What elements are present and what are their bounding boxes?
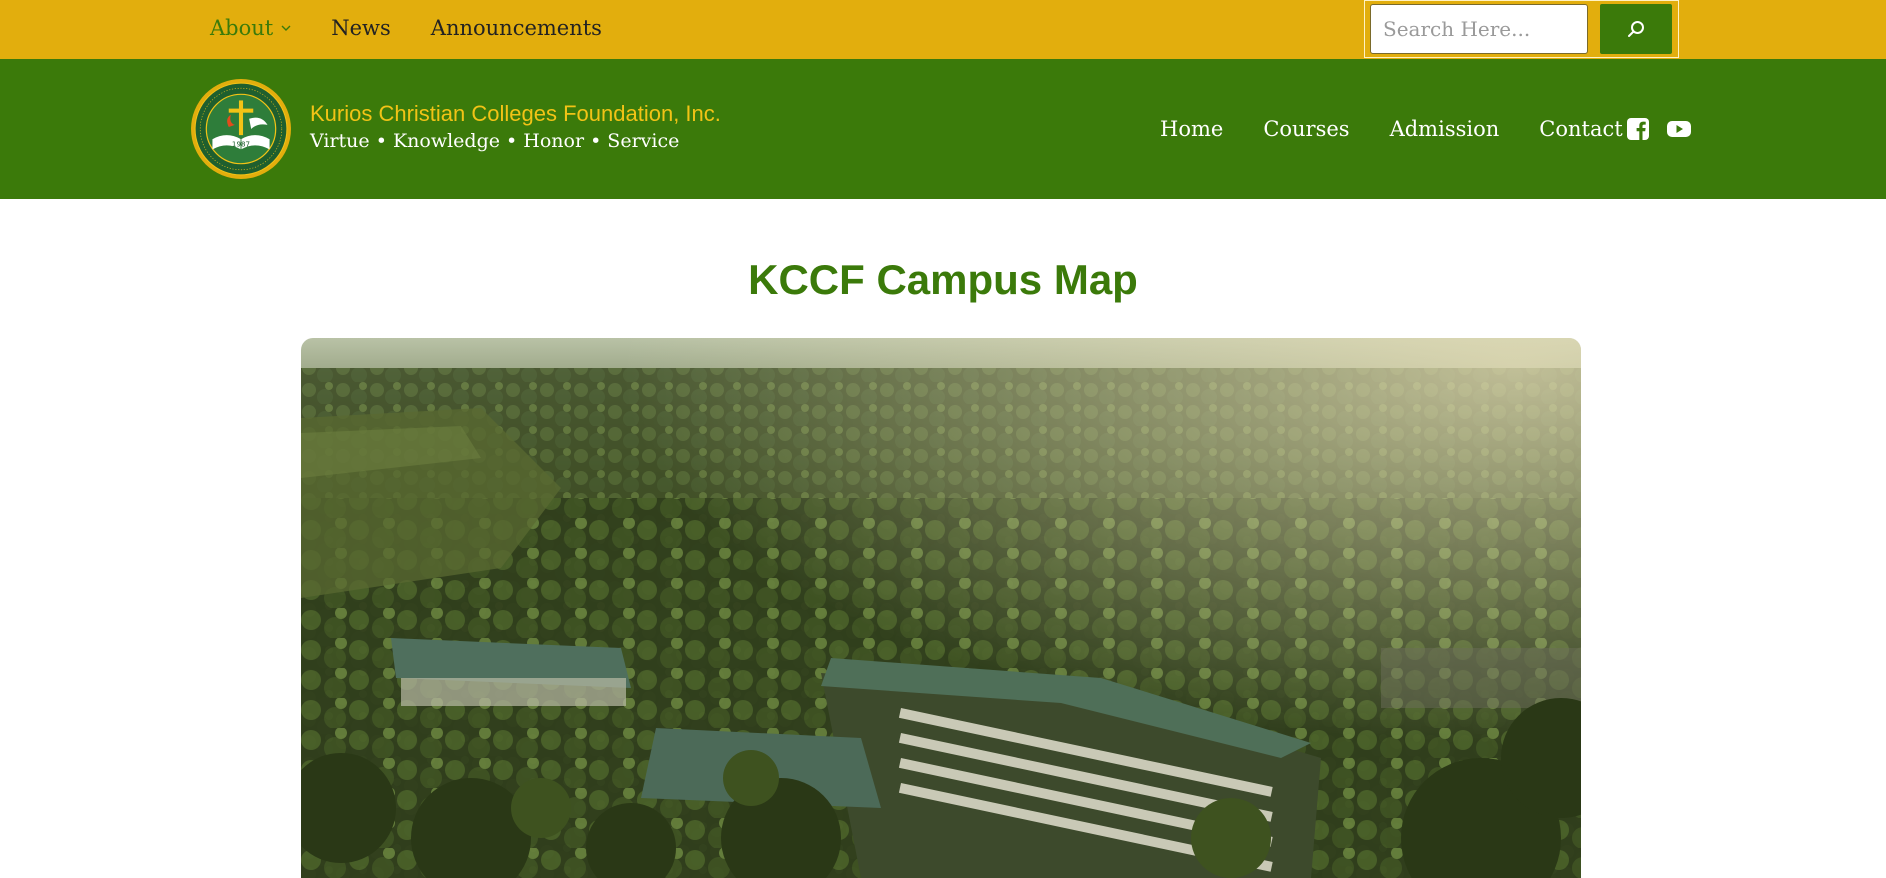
page-title: KCCF Campus Map: [748, 256, 1138, 303]
nav-item-home[interactable]: Home: [1160, 117, 1223, 141]
top-nav: About News Announcements: [210, 0, 602, 56]
nav-item-courses[interactable]: Courses: [1263, 117, 1349, 141]
top-nav-announcements-label: Announcements: [430, 16, 602, 40]
campus-aerial-image: [301, 338, 1581, 878]
main-nav: Home Courses Admission Contact: [1160, 59, 1623, 199]
top-nav-news[interactable]: News: [331, 16, 391, 40]
search-icon: [1628, 21, 1644, 37]
brand-name[interactable]: Kurios Christian Colleges Foundation, In…: [310, 101, 721, 127]
brand-tagline: Virtue • Knowledge • Honor • Service: [310, 130, 680, 152]
school-seal-icon[interactable]: 1987: [190, 78, 292, 180]
youtube-icon[interactable]: [1666, 117, 1692, 141]
site-header: 1987 Kurios Christian Colleges Foundatio…: [0, 59, 1886, 199]
top-nav-about[interactable]: About: [210, 16, 291, 40]
social-links: [1626, 117, 1692, 141]
top-bar: About News Announcements: [0, 0, 1886, 59]
facebook-icon[interactable]: [1626, 117, 1650, 141]
nav-item-contact[interactable]: Contact: [1539, 117, 1622, 141]
search-form: [1364, 0, 1679, 58]
search-button[interactable]: [1600, 4, 1672, 54]
top-nav-news-label: News: [331, 16, 391, 40]
nav-item-admission[interactable]: Admission: [1390, 117, 1500, 141]
top-nav-about-label: About: [210, 16, 274, 40]
top-nav-announcements[interactable]: Announcements: [431, 16, 602, 40]
seal-year: 1987: [232, 139, 250, 148]
chevron-down-icon: [281, 25, 291, 31]
search-input[interactable]: [1370, 4, 1588, 54]
